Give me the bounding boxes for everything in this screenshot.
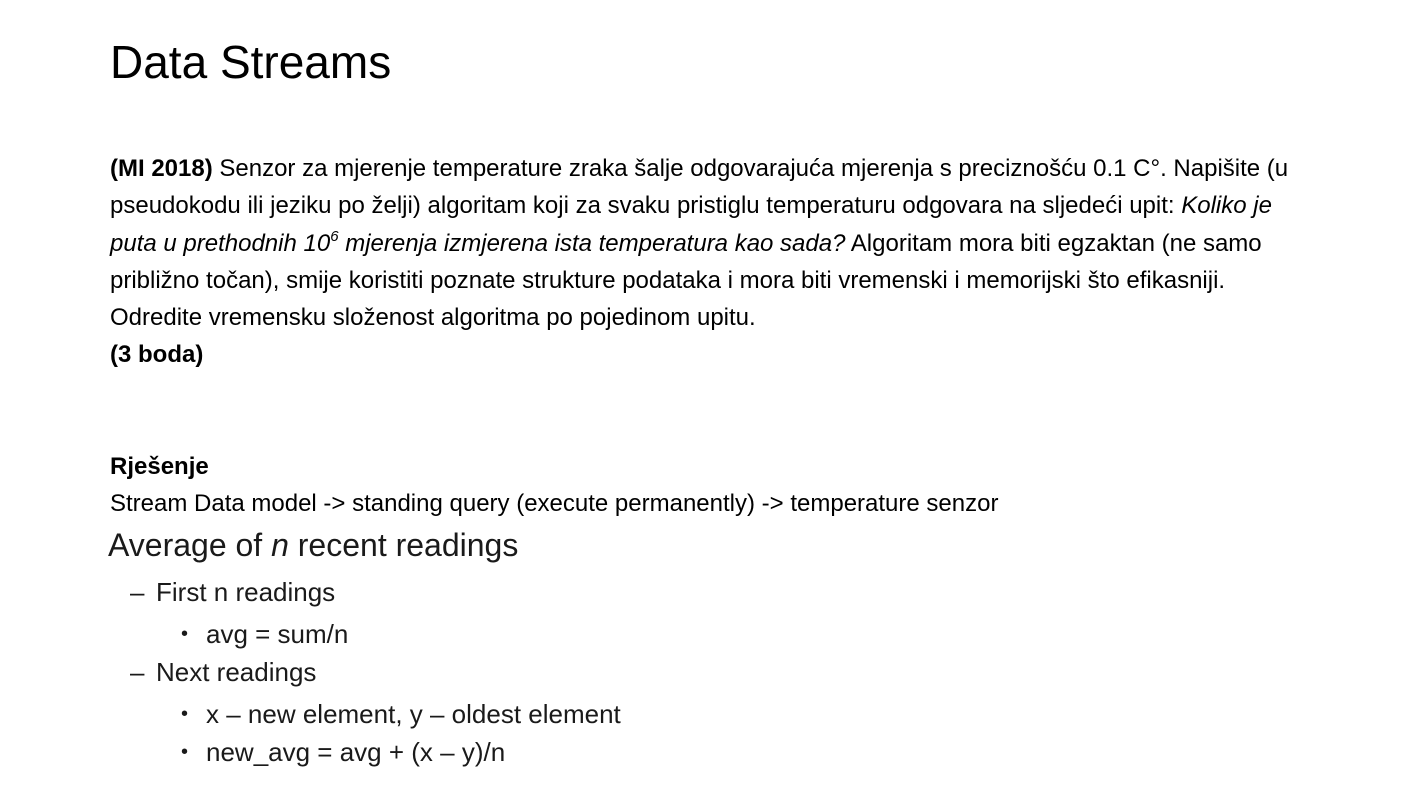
dash-icon: – <box>130 577 145 607</box>
bullet-icon: • <box>181 741 189 763</box>
query-text-part2: mjerenja izmjerena ista temperatura kao … <box>338 229 846 257</box>
list-item: – First n readings <box>108 572 621 612</box>
list-item: – Next readings <box>108 652 621 692</box>
bullet-icon: • <box>181 623 189 645</box>
sub-list-item: • x – new element, y – oldest element <box>108 694 621 734</box>
slide-title-suffix: recent readings <box>288 527 519 563</box>
exam-label: (MI 2018) <box>110 155 213 182</box>
problem-text-intro: Senzor za mjerenje temperature zraka šal… <box>110 155 1289 220</box>
sub-list-item: • avg = sum/n <box>108 614 621 654</box>
problem-statement: (MI 2018) Senzor za mjerenje temperature… <box>110 150 1310 374</box>
dash-icon: – <box>130 657 145 687</box>
bullet-icon: • <box>181 703 189 725</box>
sub-list-item-label: x – new element, y – oldest element <box>206 699 621 729</box>
slide-excerpt: Average of n recent readings – First n r… <box>108 522 621 772</box>
slide-title: Average of n recent readings <box>108 522 621 568</box>
slide-title-prefix: Average of <box>108 527 272 563</box>
solution-line: Stream Data model -> standing query (exe… <box>110 490 999 517</box>
solution-heading: Rješenje <box>110 453 209 480</box>
points-value: (3 boda) <box>110 341 204 369</box>
slide-title-variable: n <box>271 527 289 563</box>
solution-section: Rješenje Stream Data model -> standing q… <box>110 448 998 522</box>
list-item-label: Next readings <box>156 657 317 687</box>
list-item-label: First n readings <box>156 577 336 607</box>
sub-list-item: • new_avg = avg + (x – y)/n <box>108 732 621 772</box>
sub-list-item-label: avg = sum/n <box>206 619 349 649</box>
points-label: (3 boda) <box>110 336 1310 373</box>
page-title: Data Streams <box>110 36 392 88</box>
problem-paragraph: (MI 2018) Senzor za mjerenje temperature… <box>110 150 1310 336</box>
sub-list-item-label: new_avg = avg + (x – y)/n <box>206 737 506 767</box>
query-exponent: 6 <box>330 227 339 245</box>
